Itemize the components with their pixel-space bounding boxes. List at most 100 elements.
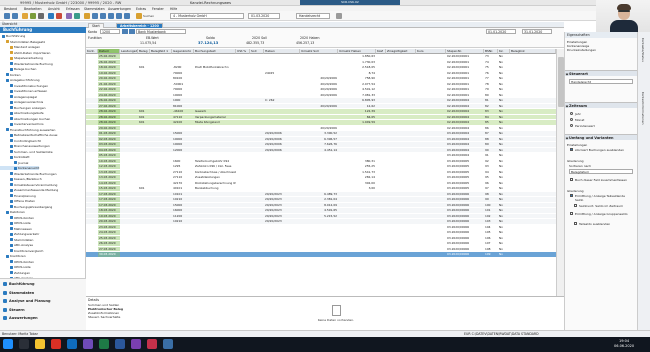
vertical-scrollbar[interactable]: [556, 49, 564, 307]
konto-number-field[interactable]: 1200: [100, 29, 120, 34]
table-row[interactable]: 17.03.2020 10101 20/20/2023 6.489,73 03.2020…: [86, 191, 556, 196]
table-row[interactable]: 25.02.2020 1.850,63 02.2020/00001 73 Nn: [86, 54, 556, 59]
sidebar-bottom-item[interactable]: Buchführung: [0, 281, 86, 287]
sidebar-item[interactable]: Stapelverarbeitung: [0, 56, 43, 60]
table-row[interactable]: 18.02.2020 601 -8200 Postl Mobilfunkabrechn…: [86, 65, 556, 70]
back-icon[interactable]: [4, 13, 10, 19]
section-umfang[interactable]: Umfang und Varianten: [565, 134, 638, 140]
sidebar-item[interactable]: Wiederkehrende Buchung: [0, 62, 53, 66]
sidebar-item[interactable]: Konten: [0, 73, 20, 77]
sidebar-item[interactable]: Stammdaten Belegsatz: [0, 40, 45, 44]
table-row[interactable]: 24.03.2020 03.2020/00006 105 Nn: [86, 230, 556, 235]
sidebar-item[interactable]: Wiederkehrende Buchungen: [0, 172, 57, 176]
sidebar-item[interactable]: Journal: [0, 161, 28, 165]
table-row[interactable]: 05.03.2020 03.2020/00004 91 Nn: [86, 153, 556, 158]
remote-session-tab[interactable]: SCR.CSK.02: [300, 0, 400, 5]
table-row[interactable]: 12.03.2020 1295 Zahlnbkn 096 / Inkl. Fees 2…: [86, 164, 556, 169]
table-row[interactable]: 23.03.2020 03.2020/00006 104 Nn: [86, 224, 556, 229]
table-row[interactable]: 15.03.2020 601 40101 Bankabbuchung 3,00 03.20…: [86, 186, 556, 191]
date-field[interactable]: 01.03.2020: [248, 13, 280, 19]
sidebar-bottom-item[interactable]: Stammdaten: [0, 290, 86, 296]
table-row[interactable]: 26.02.2020 1000 C: 262 6.805,93 02.2020/0000…: [86, 98, 556, 103]
folder-icon[interactable]: [22, 13, 28, 19]
print-icon[interactable]: [38, 13, 44, 19]
forward-icon[interactable]: [12, 13, 18, 19]
sidebar-item[interactable]: Finanzbuchführung auswerten: [0, 128, 55, 132]
sidebar-item[interactable]: Debitoren: [0, 210, 25, 214]
sidebar-item[interactable]: ABC-Analyse: [0, 243, 33, 247]
sidebar-item[interactable]: Kontoblatt: [0, 155, 30, 159]
table-row[interactable]: 27.02.2020 81000 20/20/2006 12,62 02.2020/00…: [86, 103, 556, 108]
table-row[interactable]: 19.02.2020 70000 24025 8,74 02.2020/00001 76 N…: [86, 70, 556, 75]
sidebar-item[interactable]: Kreditorenvergleich: [0, 249, 43, 253]
table-row[interactable]: 26.02.2020 1.730,03 02.2020/00001 74 Nn: [86, 59, 556, 64]
note-icon[interactable]: [116, 13, 122, 19]
table-row[interactable]: 30.03.2020 03.2020/00006 109 Nn: [86, 252, 556, 257]
table-row[interactable]: 27.03.2020 03.2020/00006 108 Nn: [86, 246, 556, 251]
sidebar-item[interactable]: Inventarverzeichnis: [0, 122, 44, 126]
search-label[interactable]: Suchen: [143, 14, 154, 18]
table-row[interactable]: 28.02.2020 601 42100 Miete Königsland 1.049,…: [86, 120, 556, 125]
sidebar-item[interactable]: Kreditoren: [0, 254, 26, 258]
table-row[interactable]: 22.02.2020 70000 20/20/2006 4.501,12 02.2020…: [86, 87, 556, 92]
table-row[interactable]: 26.03.2020 03.2020/00006 107 Nn: [86, 241, 556, 246]
sidebar-item[interactable]: Investitionsbuchungen: [0, 84, 48, 88]
period-from-field[interactable]: 01.01.2020: [486, 29, 516, 34]
steuerart-select[interactable]: Handelsrecht: [569, 79, 633, 84]
sidebar-item[interactable]: Anlagenspiegel: [0, 95, 37, 99]
save-icon[interactable]: [30, 13, 36, 19]
sidebar-item[interactable]: Finanzplanung: [0, 194, 36, 198]
sidebar-item[interactable]: Belege buchen: [0, 67, 36, 71]
table-row[interactable]: 02.03.2020 10000 20/20/2006 6.396,57 03.2020…: [86, 136, 556, 141]
sidebar-item[interactable]: Anlagenverzeichnis: [0, 100, 43, 104]
sidebar-item[interactable]: Abschreibungen buchen: [0, 117, 50, 121]
sidebar-item[interactable]: Zahlungsverkehr: [0, 232, 39, 236]
sidebar-item[interactable]: Mahnwesen: [0, 227, 32, 231]
view-icon[interactable]: [100, 13, 106, 19]
details-icon[interactable]: [108, 13, 114, 19]
sidebar-item[interactable]: OPOS-Konten: [0, 216, 34, 220]
table-row[interactable]: 17.03.2020 10210 20/20/2023 2.381,04 03.2020…: [86, 197, 556, 202]
sort-icon[interactable]: [92, 13, 98, 19]
teams-icon[interactable]: [83, 339, 93, 349]
word-icon[interactable]: [115, 339, 125, 349]
excel-taskbar-icon[interactable]: [99, 339, 109, 349]
zeitraum-jahr-radio[interactable]: [570, 112, 573, 115]
teilsaldo-ausblenden-checkbox[interactable]: [574, 222, 577, 225]
sidebar-bottom-item[interactable]: Auswertungen: [0, 315, 86, 321]
saldovort-checkbox[interactable]: [574, 204, 577, 207]
table-row[interactable]: 28.02.2020 601 47110 Verpackungsmaterial 84,…: [86, 114, 556, 119]
task-view-icon[interactable]: [19, 339, 29, 349]
sidebar-item[interactable]: Investitionen erfassen: [0, 89, 47, 93]
remote-desktop-icon[interactable]: [163, 339, 173, 349]
outlook-icon[interactable]: [67, 339, 77, 349]
table-row[interactable]: 18.03.2020 16000 20/20/2023 4.591,65 03.2020…: [86, 208, 556, 213]
sidebar-item[interactable]: ASCII-Daten importieren: [0, 51, 50, 55]
table-row[interactable]: 13.03.2020 27110 Kontoabschluss / Abschlus…: [86, 169, 556, 174]
sidebar-bottom-item[interactable]: Analyse und Planung: [0, 298, 86, 304]
sidebar-item[interactable]: Kassen-/Bankbuch: [0, 177, 42, 181]
onenote-icon[interactable]: [131, 339, 141, 349]
sidebar-item[interactable]: OPOS-Konten: [0, 260, 34, 264]
table-row[interactable]: 01.03.2020 15000 20/20/2006 3.300,52 03.2020…: [86, 131, 556, 136]
konto-prev-icon[interactable]: [122, 29, 128, 34]
sidebar-item[interactable]: Zahlungen: [0, 271, 30, 275]
sidebar-bottom-item[interactable]: Steuern: [0, 307, 86, 313]
table-row[interactable]: 14.03.2020 42170 Rückstellungsberechnung 6…: [86, 180, 556, 185]
export-icon[interactable]: [66, 13, 72, 19]
table-row[interactable]: 21.02.2020 -50001 20/20/2006 2.077,54 02.202…: [86, 81, 556, 86]
konto-name-field[interactable]: Bank Musterbank: [136, 29, 186, 34]
teilsaldo-checkbox[interactable]: [570, 194, 573, 197]
sidebar-item[interactable]: Mandant anlegen: [0, 45, 40, 49]
excel-icon[interactable]: [74, 13, 80, 19]
period-to-field[interactable]: 31.01.2020: [522, 29, 552, 34]
chrome-icon[interactable]: [51, 339, 61, 349]
mode-select[interactable]: Handelsrecht: [296, 13, 330, 19]
table-row[interactable]: 24.02.2020 10000 20/20/2006 7.981,33 02.2020…: [86, 92, 556, 97]
filter-icon[interactable]: [84, 13, 90, 19]
table-row[interactable]: 04.03.2020 12000 20/20/2006 4.451,14 03.2020…: [86, 147, 556, 152]
sidebar-item[interactable]: Zusammenfassende Meldung: [0, 188, 58, 192]
zeitraum-monat-radio[interactable]: [570, 118, 573, 121]
konto-next-icon[interactable]: [129, 29, 135, 34]
section-zeitraum[interactable]: Zeitraum: [565, 102, 638, 108]
